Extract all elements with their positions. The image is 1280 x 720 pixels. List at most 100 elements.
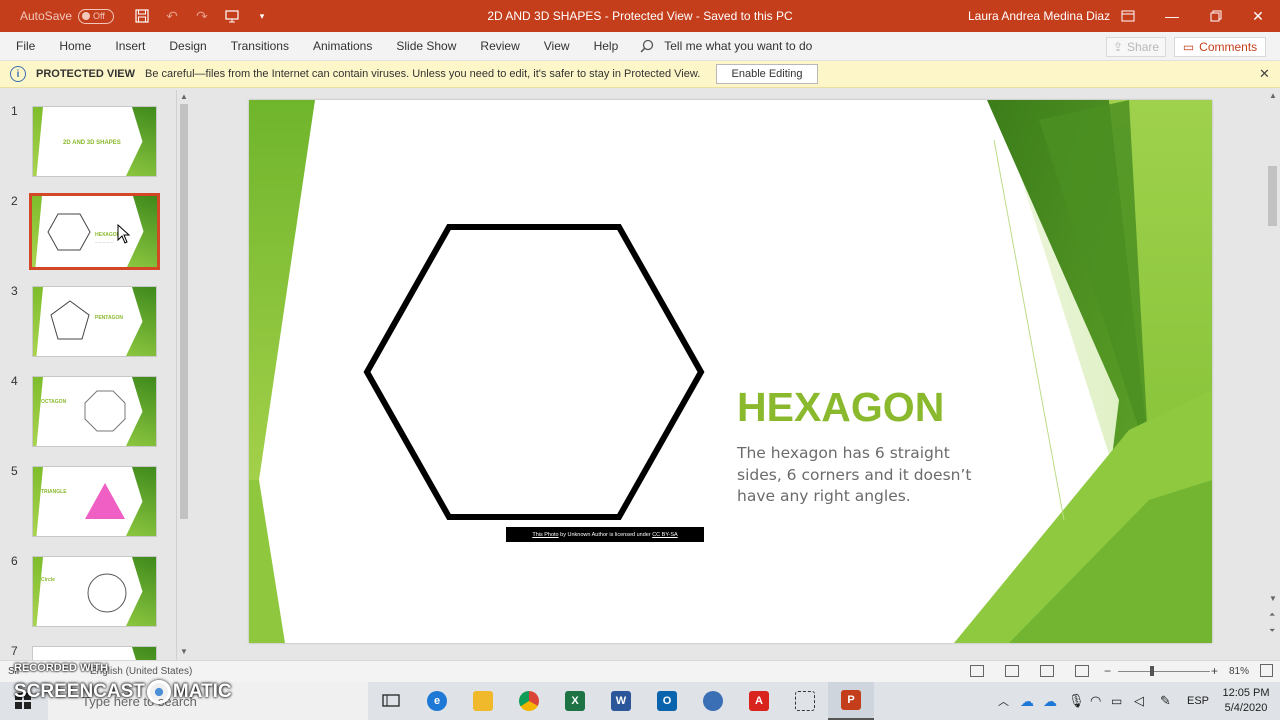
enable-editing-button[interactable]: Enable Editing [716, 64, 818, 84]
acrobat-icon: A [749, 691, 769, 711]
thumb-number: 4 [11, 374, 18, 388]
tab-help[interactable]: Help [582, 32, 631, 60]
taskbar-acrobat[interactable]: A [736, 682, 782, 720]
tab-animations[interactable]: Animations [301, 32, 384, 60]
slide-thumbnail-7[interactable] [32, 646, 157, 660]
zoom-slider-knob[interactable] [1150, 666, 1154, 676]
slide-sorter-icon[interactable] [1005, 665, 1019, 677]
folder-icon [473, 691, 493, 711]
autosave-toggle[interactable]: Off [78, 8, 115, 24]
scroll-up-icon[interactable]: ▲ [180, 92, 188, 101]
hexagon-shape[interactable] [361, 222, 707, 522]
slide-thumbnail-3[interactable]: PENTAGON [32, 286, 157, 357]
tell-me-text: Tell me what you want to do [664, 39, 813, 53]
battery-icon[interactable]: ▭ [1111, 682, 1122, 720]
close-message-icon[interactable]: ✕ [1259, 66, 1270, 82]
zoom-slider[interactable] [1118, 671, 1210, 672]
tell-me-search[interactable]: Tell me what you want to do [640, 39, 812, 53]
tab-design[interactable]: Design [157, 32, 218, 60]
scroll-down-icon[interactable]: ▼ [180, 647, 188, 656]
internet-explorer-icon: e [427, 691, 447, 711]
zoom-level[interactable]: 81% [1229, 666, 1249, 677]
user-name[interactable]: Laura Andrea Medina Diaz [968, 9, 1110, 23]
normal-view-icon[interactable] [970, 665, 984, 677]
slide-thumbnail-2[interactable]: HEXAGON — — — — — [29, 193, 160, 270]
tab-insert[interactable]: Insert [103, 32, 157, 60]
wifi-icon[interactable]: ◠ [1090, 682, 1101, 720]
slide-thumbnail-5[interactable]: TRIANGLE [32, 466, 157, 537]
slide-thumbnail-6[interactable]: Circle [32, 556, 157, 627]
photo-caption: This Photo by Unknown Author is licensed… [506, 527, 704, 542]
volume-icon[interactable]: ◁ [1134, 682, 1144, 720]
photo-link[interactable]: This Photo [532, 532, 558, 538]
microphone-icon[interactable]: 🎙 [1068, 682, 1085, 720]
onedrive-icon[interactable]: ☁ [1020, 682, 1034, 720]
protected-view-bar: i PROTECTED VIEW Be careful—files from t… [0, 61, 1280, 88]
editor-scroll-thumb[interactable] [1268, 166, 1277, 226]
search-icon [640, 39, 654, 53]
taskbar-outlook[interactable]: O [644, 682, 690, 720]
show-hidden-icons[interactable]: ︿ [998, 682, 1009, 720]
share-button[interactable]: ⇪ Share [1106, 37, 1166, 57]
minimize-icon[interactable]: — [1150, 0, 1194, 32]
status-bar: Sli English (United States) − + 81% [0, 660, 1280, 682]
system-clock[interactable]: 12:05 PM 5/4/2020 [1220, 686, 1272, 716]
tab-slide-show[interactable]: Slide Show [384, 32, 468, 60]
slide-title[interactable]: HEXAGON [737, 384, 944, 431]
tab-review[interactable]: Review [468, 32, 531, 60]
thumb-number: 7 [11, 644, 18, 658]
slideshow-view-icon[interactable] [1075, 665, 1089, 677]
editor-scrollbar[interactable]: ▲ ▼ ⏶ ⏷ [1265, 88, 1280, 640]
tab-file[interactable]: File [0, 32, 47, 60]
thumbnail-scrollbar[interactable]: ▲ ▼ [176, 90, 190, 660]
undo-icon[interactable]: ↶ [160, 4, 184, 28]
thumb-number: 2 [11, 194, 18, 208]
customize-qat-icon[interactable]: ▾ [250, 4, 274, 28]
onedrive-business-icon[interactable]: ☁ [1043, 682, 1057, 720]
taskbar-word[interactable]: W [598, 682, 644, 720]
comments-button[interactable]: ▭ Comments [1174, 37, 1266, 57]
input-language[interactable]: ESP [1187, 682, 1209, 720]
next-slide-icon[interactable]: ⏷ [1269, 626, 1275, 636]
scroll-down-icon[interactable]: ▼ [1269, 594, 1277, 603]
zoom-in-icon[interactable]: + [1211, 664, 1218, 678]
taskbar-powerpoint[interactable]: P [828, 682, 874, 720]
pen-icon[interactable]: ✎ [1160, 682, 1171, 720]
thumb-title: Circle [41, 577, 55, 583]
slide-thumbnail-pane: 1 2D AND 3D SHAPES 2 HEXAGON — — — — — 3… [0, 88, 192, 660]
previous-slide-icon[interactable]: ⏶ [1269, 610, 1275, 620]
slide-thumbnail-1[interactable]: 2D AND 3D SHAPES [32, 106, 157, 177]
task-view-button[interactable] [368, 682, 414, 720]
tab-home[interactable]: Home [47, 32, 103, 60]
redo-icon[interactable]: ↷ [190, 4, 214, 28]
watermark-left: SCREENCAST [14, 681, 145, 703]
octagon-thumb-icon [84, 390, 126, 432]
taskbar-snipping[interactable] [782, 682, 828, 720]
slide-thumbnail-4[interactable]: OCTAGON [32, 376, 157, 447]
recorder-watermark: SCREENCAST MATIC [14, 680, 232, 704]
thumbnail-scroll-thumb[interactable] [180, 104, 188, 519]
ribbon-display-icon[interactable] [1106, 0, 1150, 32]
fit-to-window-icon[interactable] [1260, 664, 1273, 677]
license-link[interactable]: CC BY-SA [652, 532, 677, 538]
save-icon[interactable] [130, 4, 154, 28]
taskbar-chrome[interactable] [506, 682, 552, 720]
taskbar-file-explorer[interactable] [460, 682, 506, 720]
restore-icon[interactable] [1194, 0, 1238, 32]
slide-body[interactable]: The hexagon has 6 straight sides, 6 corn… [737, 443, 999, 508]
protected-view-message: Be careful—files from the Internet can c… [145, 68, 701, 80]
reading-view-icon[interactable] [1040, 665, 1054, 677]
present-icon[interactable] [220, 4, 244, 28]
thumb-title: PENTAGON [95, 315, 123, 321]
circle-thumb-icon [87, 573, 127, 613]
zoom-out-icon[interactable]: − [1104, 664, 1111, 678]
taskbar-edge[interactable]: e [414, 682, 460, 720]
close-icon[interactable]: ✕ [1236, 0, 1280, 32]
tab-transitions[interactable]: Transitions [219, 32, 301, 60]
recorder-watermark-label: RECORDED WITH [14, 662, 109, 674]
app-icon [703, 691, 723, 711]
tab-view[interactable]: View [532, 32, 582, 60]
taskbar-app[interactable] [690, 682, 736, 720]
scroll-up-icon[interactable]: ▲ [1269, 91, 1277, 100]
taskbar-excel[interactable]: X [552, 682, 598, 720]
